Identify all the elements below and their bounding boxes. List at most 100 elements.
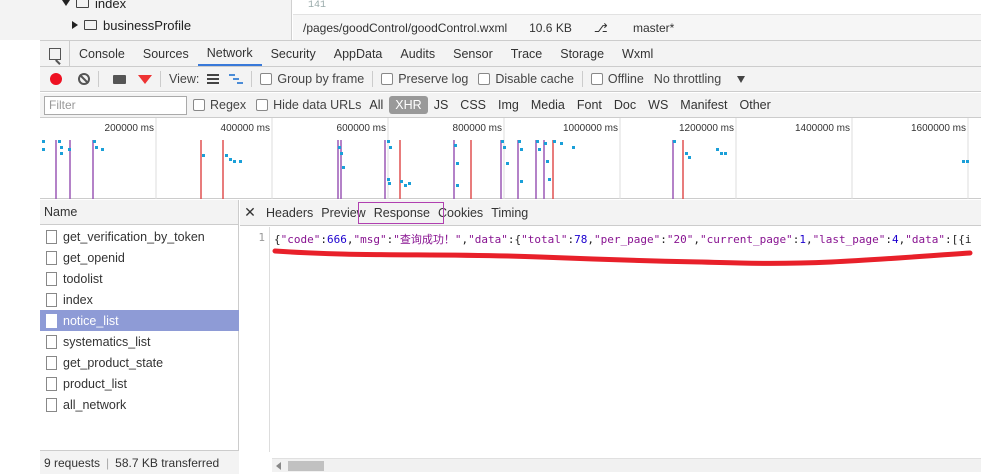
scrollbar-thumb[interactable]: [288, 461, 324, 471]
tab-timing[interactable]: Timing: [487, 202, 532, 224]
tab-headers[interactable]: Headers: [262, 202, 317, 224]
request-row[interactable]: all_network: [40, 394, 239, 415]
tree-item-index[interactable]: index: [62, 0, 126, 12]
filter-type-other[interactable]: Other: [734, 96, 777, 114]
column-header-name[interactable]: Name: [40, 200, 238, 225]
timeline-tick-label: 1600000 ms: [911, 123, 966, 134]
filter-type-font[interactable]: Font: [571, 96, 608, 114]
checkbox-label: Hide data URLs: [273, 98, 362, 112]
filter-type-css[interactable]: CSS: [454, 96, 492, 114]
request-row[interactable]: todolist: [40, 268, 239, 289]
camera-icon[interactable]: [113, 74, 126, 84]
timeline-request-mark: [239, 160, 242, 163]
filter-type-all[interactable]: All: [363, 96, 389, 114]
timeline-request-mark: [387, 140, 390, 143]
request-row[interactable]: product_list: [40, 373, 239, 394]
group-by-frame-checkbox[interactable]: Group by frame: [260, 72, 364, 86]
timeline-graph[interactable]: 200000 ms 400000 ms 600000 ms 800000 ms …: [40, 118, 981, 199]
filter-type-manifest[interactable]: Manifest: [674, 96, 733, 114]
tab-storage[interactable]: Storage: [551, 41, 613, 66]
filter-type-xhr[interactable]: XHR: [389, 96, 428, 114]
timeline-tick-label: 400000 ms: [221, 123, 270, 134]
request-name: get_product_state: [63, 355, 164, 370]
preserve-log-checkbox[interactable]: Preserve log: [381, 72, 468, 86]
request-name: index: [63, 292, 93, 307]
timeline-request-mark: [388, 182, 391, 185]
timeline-request-mark: [548, 178, 551, 181]
filter-input[interactable]: [44, 95, 187, 115]
timeline-request-mark: [202, 154, 205, 157]
file-icon: [46, 397, 57, 412]
clear-icon[interactable]: [78, 73, 90, 85]
timeline-overview[interactable]: 200000 ms 400000 ms 600000 ms 800000 ms …: [40, 118, 981, 199]
filter-type-js[interactable]: JS: [428, 96, 455, 114]
chevron-right-icon[interactable]: [72, 21, 78, 29]
waterfall-icon[interactable]: [229, 74, 244, 84]
divider: [581, 71, 583, 87]
status-summary: 9 requests | 58.7 KB transferred: [40, 450, 239, 474]
timeline-request-mark: [501, 140, 504, 143]
chevron-down-icon[interactable]: [62, 0, 70, 6]
tab-trace[interactable]: Trace: [502, 41, 552, 66]
throttling-select[interactable]: No throttling: [654, 72, 721, 86]
timeline-request-mark: [95, 146, 98, 149]
divider: [98, 71, 99, 87]
request-row[interactable]: systematics_list: [40, 331, 239, 352]
filter-type-img[interactable]: Img: [492, 96, 525, 114]
horizontal-scrollbar[interactable]: [272, 458, 981, 472]
timeline-request-mark: [962, 160, 965, 163]
divider: [160, 71, 161, 87]
scroll-left-arrow[interactable]: [276, 462, 281, 470]
record-icon[interactable]: [50, 73, 62, 85]
timeline-request-mark: [42, 148, 45, 151]
request-name: notice_list: [63, 313, 119, 328]
filter-type-ws[interactable]: WS: [642, 96, 674, 114]
timeline-request-mark: [338, 146, 341, 149]
timeline-request-mark: [520, 180, 523, 183]
file-icon: [46, 355, 57, 370]
tree-item-businessprofile[interactable]: businessProfile: [72, 16, 191, 34]
checkbox-icon: [260, 73, 273, 85]
file-icon: [46, 313, 57, 328]
chevron-down-icon[interactable]: [737, 75, 746, 83]
tab-wxml[interactable]: Wxml: [613, 41, 662, 66]
filter-type-media[interactable]: Media: [525, 96, 571, 114]
tab-console[interactable]: Console: [70, 41, 134, 66]
editor-status-bar: /pages/goodControl/goodControl.wxml 10.6…: [293, 14, 981, 40]
view-label: View:: [169, 72, 200, 86]
disable-cache-checkbox[interactable]: Disable cache: [478, 72, 574, 86]
regex-checkbox[interactable]: Regex: [193, 98, 246, 112]
tab-appdata[interactable]: AppData: [325, 41, 392, 66]
timeline-marks: [42, 140, 969, 199]
request-row[interactable]: index: [40, 289, 239, 310]
hide-data-urls-checkbox[interactable]: Hide data URLs: [256, 98, 361, 112]
offline-checkbox[interactable]: Offline: [590, 72, 644, 86]
timeline-request-mark: [68, 148, 71, 151]
list-view-icon[interactable]: [207, 74, 220, 84]
request-name: todolist: [63, 271, 103, 286]
filter-icon[interactable]: [138, 74, 152, 84]
timeline-request-mark: [966, 160, 969, 163]
file-icon: [46, 292, 57, 307]
tab-sources[interactable]: Sources: [134, 41, 198, 66]
close-icon[interactable]: ✕: [242, 204, 258, 221]
request-name: systematics_list: [63, 334, 151, 349]
request-row[interactable]: get_product_state: [40, 352, 239, 373]
file-icon: [46, 271, 57, 286]
request-row-selected[interactable]: notice_list: [40, 310, 239, 331]
tab-sensor[interactable]: Sensor: [444, 41, 502, 66]
checkbox-icon: [590, 73, 603, 85]
tab-security[interactable]: Security: [262, 41, 325, 66]
request-row[interactable]: get_openid: [40, 247, 239, 268]
filter-type-doc[interactable]: Doc: [608, 96, 642, 114]
tab-network[interactable]: Network: [197, 41, 262, 66]
response-body[interactable]: 1 {"code":666,"msg":"查询成功！","data":{"tot…: [240, 227, 981, 452]
inspect-icon[interactable]: [40, 41, 70, 66]
timeline-request-mark: [553, 140, 556, 143]
tree-item-label: index: [95, 0, 127, 11]
tab-audits[interactable]: Audits: [391, 41, 444, 66]
devtools-tab-bar: Console Sources Network Security AppData…: [40, 40, 981, 67]
request-row[interactable]: get_verification_by_token: [40, 226, 239, 247]
checkbox-label: Disable cache: [495, 72, 574, 86]
timeline-request-mark: [688, 156, 691, 159]
